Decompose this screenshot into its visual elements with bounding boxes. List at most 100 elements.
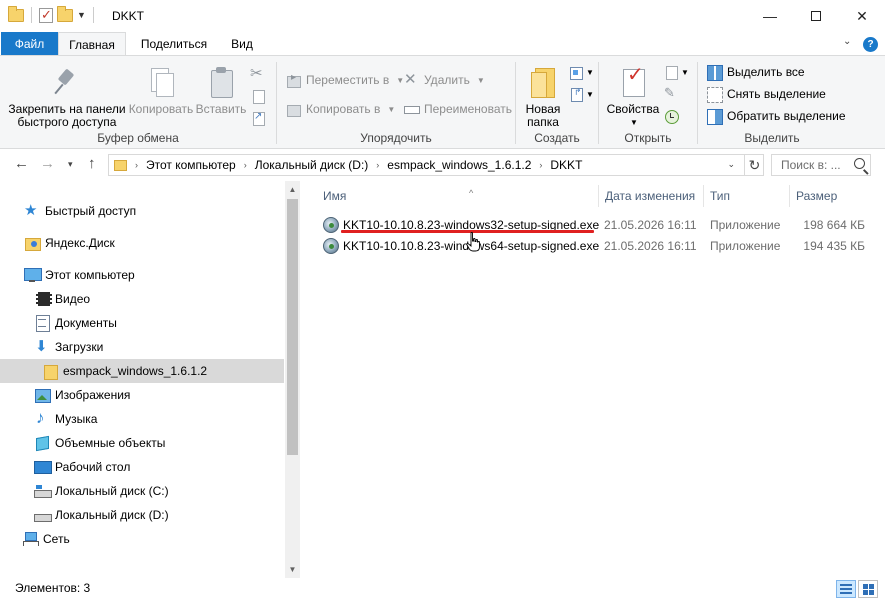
cut-icon[interactable] xyxy=(250,64,266,82)
chevron-down-icon: ▼ xyxy=(630,118,638,127)
breadcrumb-esmpack[interactable]: esmpack_windows_1.6.1.2 xyxy=(387,158,531,172)
navigation-pane-scrollbar[interactable]: ▲ ▼ xyxy=(285,181,300,578)
qat-customize-dropdown-icon[interactable]: ▼ xyxy=(77,10,86,20)
breadcrumb-separator-icon[interactable]: › xyxy=(135,160,138,170)
tab-home[interactable]: Главная xyxy=(58,32,126,56)
breadcrumb-this-pc[interactable]: Этот компьютер xyxy=(146,158,236,172)
scroll-down-arrow-icon[interactable]: ▼ xyxy=(285,561,300,578)
select-none-button[interactable]: Снять выделение xyxy=(706,86,826,103)
search-input[interactable] xyxy=(781,158,859,172)
copy-path-icon[interactable] xyxy=(250,88,266,104)
tab-share[interactable]: Поделиться xyxy=(132,32,216,56)
nav-item-documents[interactable]: Документы xyxy=(0,311,284,335)
forward-arrow-icon[interactable]: → xyxy=(40,155,55,172)
clipboard-group-label: Буфер обмена xyxy=(97,131,179,145)
nav-item-drive-c[interactable]: Локальный диск (C:) xyxy=(0,479,284,503)
copy-icon xyxy=(145,66,177,98)
column-header-date[interactable]: Дата изменения xyxy=(599,185,704,207)
refresh-button[interactable]: ↻ xyxy=(744,154,764,176)
chevron-down-icon[interactable]: ▼ xyxy=(586,90,594,99)
breadcrumb-dkkt[interactable]: DKKT xyxy=(550,158,582,172)
edit-icon[interactable] xyxy=(663,85,679,102)
details-view-icon[interactable] xyxy=(836,580,856,598)
nav-item-this-pc[interactable]: Этот компьютер xyxy=(0,263,284,287)
organize-group-label: Упорядочить xyxy=(360,131,432,145)
breadcrumb-separator-icon[interactable]: › xyxy=(244,160,247,170)
column-header-type[interactable]: Тип xyxy=(704,185,790,207)
nav-item-downloads[interactable]: Загрузки xyxy=(0,335,284,359)
nav-item-yandex-disk[interactable]: Яндекс.Диск xyxy=(0,231,284,255)
file-size: 194 435 КБ xyxy=(803,238,865,253)
star-icon xyxy=(24,201,40,219)
pin-quick-access-button[interactable]: Закрепить на панели быстрого доступа xyxy=(8,66,126,129)
paste-button[interactable]: Вставить xyxy=(194,66,248,116)
new-folder-icon[interactable] xyxy=(57,5,73,22)
column-header-size[interactable]: Размер xyxy=(790,185,880,207)
copy-button[interactable]: Копировать xyxy=(126,66,196,116)
up-arrow-icon[interactable]: ↑ xyxy=(88,155,96,172)
ribbon-collapse-chevron-icon[interactable]: ⌄ xyxy=(843,36,851,47)
open-icon[interactable] xyxy=(663,64,679,80)
chevron-down-icon[interactable]: ▼ xyxy=(586,68,594,77)
tab-file[interactable]: Файл xyxy=(1,32,58,56)
nav-item-3d-objects[interactable]: Объемные объекты xyxy=(0,431,284,455)
nav-item-esmpack[interactable]: esmpack_windows_1.6.1.2 xyxy=(0,359,284,383)
nav-item-images[interactable]: Изображения xyxy=(0,383,284,407)
maximize-button[interactable] xyxy=(793,0,839,32)
move-to-button[interactable]: Переместить в▼ xyxy=(285,72,404,88)
select-group-label: Выделить xyxy=(744,131,800,145)
exe-installer-icon xyxy=(323,237,339,254)
file-type: Приложение xyxy=(710,238,781,253)
address-bar[interactable]: › Этот компьютер › Локальный диск (D:) ›… xyxy=(108,154,764,176)
scrollbar-thumb[interactable] xyxy=(287,199,298,455)
chevron-down-icon[interactable]: ▼ xyxy=(681,68,689,77)
nav-item-video[interactable]: Видео xyxy=(0,287,284,311)
properties-button[interactable]: Свойства ▼ xyxy=(603,66,663,129)
nav-item-desktop[interactable]: Рабочий стол xyxy=(0,455,284,479)
pin-icon xyxy=(51,66,83,98)
exe-installer-icon xyxy=(323,216,339,233)
search-box[interactable] xyxy=(771,154,871,176)
help-icon[interactable]: ? xyxy=(863,37,878,52)
history-icon[interactable] xyxy=(663,108,679,124)
breadcrumb-separator-icon[interactable]: › xyxy=(539,160,542,170)
address-history-chevron-icon[interactable]: ⌄ xyxy=(727,159,735,170)
tab-view[interactable]: Вид xyxy=(222,32,262,56)
nav-item-drive-d[interactable]: Локальный диск (D:) xyxy=(0,503,284,527)
properties-icon[interactable] xyxy=(39,7,53,23)
nav-item-label: Документы xyxy=(55,316,117,330)
nav-item-music[interactable]: Музыка xyxy=(0,407,284,431)
images-icon xyxy=(34,387,51,403)
new-folder-button[interactable]: Новая папка xyxy=(520,66,566,129)
nav-item-label: Локальный диск (C:) xyxy=(55,484,169,498)
paste-shortcut-icon[interactable] xyxy=(250,110,266,126)
table-row[interactable]: KKT10-10.10.8.23-windows64-setup-signed.… xyxy=(319,235,879,256)
rename-button[interactable]: Переименовать xyxy=(403,101,512,117)
large-icons-view-icon[interactable] xyxy=(858,580,878,598)
qat-separator xyxy=(31,7,32,23)
close-button[interactable]: ✕ xyxy=(839,0,885,32)
easy-access-icon[interactable] xyxy=(568,86,584,102)
copy-to-button[interactable]: Копировать в ▼ xyxy=(285,101,395,117)
navigation-row: ← → ▾ ↑ › Этот компьютер › Локальный дис… xyxy=(0,149,885,181)
nav-item-quick-access[interactable]: Быстрый доступ xyxy=(0,199,284,223)
hand-cursor-icon xyxy=(466,232,480,252)
minimize-button[interactable]: — xyxy=(747,0,793,32)
scroll-up-arrow-icon[interactable]: ▲ xyxy=(285,181,300,198)
drive-icon xyxy=(34,507,52,523)
breadcrumb-separator-icon[interactable]: › xyxy=(376,160,379,170)
column-header-name[interactable]: ^ Имя xyxy=(317,185,599,207)
back-arrow-icon[interactable]: ← xyxy=(14,155,29,172)
breadcrumb-drive-d[interactable]: Локальный диск (D:) xyxy=(255,158,369,172)
invert-selection-button[interactable]: Обратить выделение xyxy=(706,108,846,125)
new-item-icon[interactable] xyxy=(568,64,584,80)
delete-button[interactable]: Удалить ▼ xyxy=(403,70,485,88)
3d-objects-icon xyxy=(34,435,50,451)
recent-locations-chevron-icon[interactable]: ▾ xyxy=(68,159,73,170)
move-to-icon xyxy=(285,72,301,88)
file-date: 21.05.2026 16:11 xyxy=(604,217,697,232)
nav-item-network[interactable]: Сеть xyxy=(0,527,284,551)
title-bar: ▼ DKKT — ✕ xyxy=(0,0,885,32)
select-all-button[interactable]: Выделить все xyxy=(706,64,805,81)
sort-ascending-icon: ^ xyxy=(469,188,474,198)
